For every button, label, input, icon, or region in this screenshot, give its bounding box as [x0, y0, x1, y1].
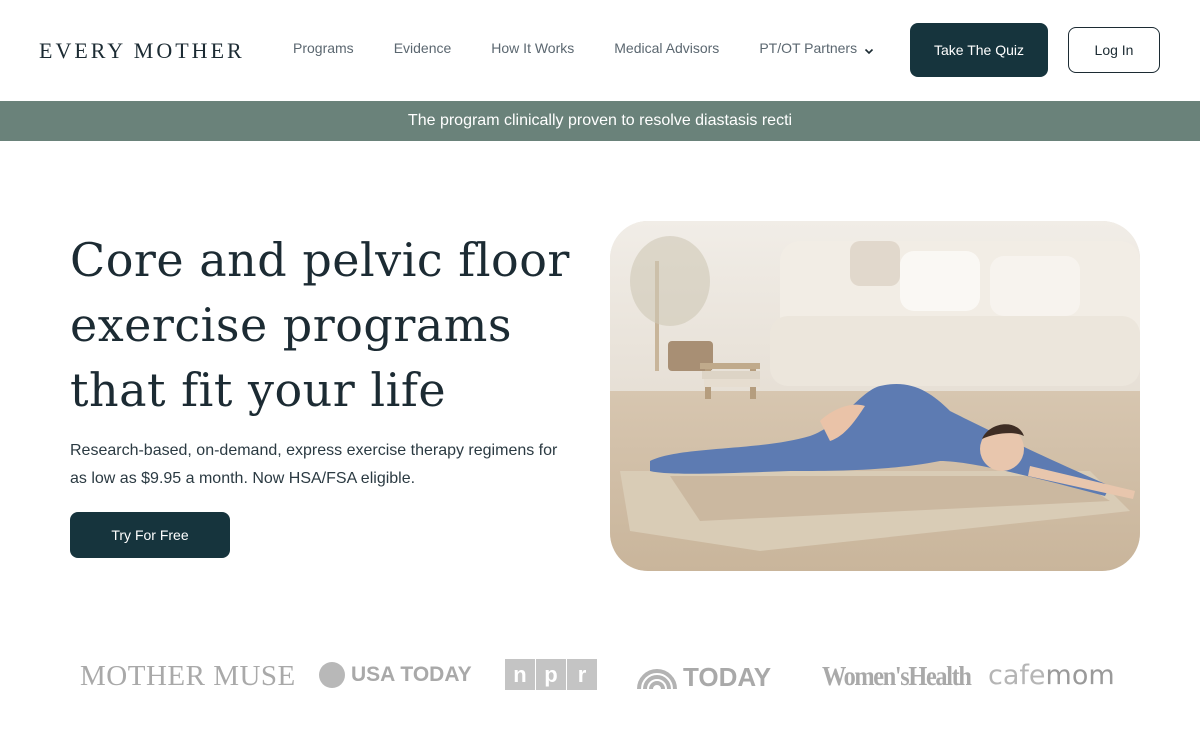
- login-button[interactable]: Log In: [1068, 27, 1160, 73]
- npr-letter: p: [536, 659, 566, 690]
- usa-today-dot-icon: [319, 662, 345, 688]
- mother-muse-logo: MOTHER MUSE: [80, 660, 296, 692]
- nav-how-it-works[interactable]: How It Works: [491, 40, 574, 56]
- cafemom-wordmark-b: mom: [1045, 660, 1115, 691]
- nav-programs[interactable]: Programs: [293, 40, 354, 56]
- nav-programs-label: Programs: [293, 40, 354, 56]
- nav-medical-advisors-label: Medical Advisors: [614, 40, 720, 56]
- hero-subtitle-line: Research-based, on-demand, express exerc…: [70, 442, 558, 459]
- nav-how-it-works-label: How It Works: [491, 40, 575, 56]
- take-quiz-button[interactable]: Take The Quiz: [910, 23, 1048, 77]
- nav-pt-ot-partners[interactable]: PT/OT Partners: [759, 40, 874, 56]
- hero-title: Core and pelvic floor exercise programs …: [70, 228, 590, 423]
- logo[interactable]: EVERY MOTHER: [39, 38, 245, 64]
- nav-evidence-label: Evidence: [393, 40, 452, 56]
- usa-today-logo: USA TODAY: [319, 662, 472, 688]
- today-logo: TODAY: [637, 662, 771, 693]
- announcement-banner: The program clinically proven to resolve…: [0, 101, 1200, 141]
- today-rainbow-icon: [637, 668, 677, 689]
- banner-text: The program clinically proven to resolve…: [407, 112, 793, 129]
- press-logos: MOTHER MUSE USA TODAY n p r TODAY Women'…: [0, 650, 1200, 710]
- npr-logo: n p r: [505, 659, 598, 690]
- site-header: EVERY MOTHER Programs Evidence How It Wo…: [0, 0, 1200, 101]
- hero-subtitle-line: as low as $9.95 a month. Now HSA/FSA eli…: [70, 470, 416, 487]
- hero-image: [610, 221, 1140, 571]
- npr-letter: r: [567, 659, 597, 690]
- hero-title-line: exercise programs: [70, 298, 513, 352]
- chevron-down-icon: [864, 43, 874, 55]
- today-wordmark: TODAY: [683, 662, 772, 692]
- nav-evidence[interactable]: Evidence: [394, 40, 452, 56]
- hero-title-line: that fit your life: [70, 363, 447, 417]
- main-nav: Programs Evidence How It Works Medical A…: [293, 40, 914, 56]
- womens-health-logo: Women'sHealth: [822, 661, 972, 691]
- cafemom-wordmark-a: cafe: [988, 660, 1046, 691]
- nav-pt-ot-partners-label: PT/OT Partners: [759, 40, 858, 56]
- try-for-free-button[interactable]: Try For Free: [70, 512, 230, 558]
- nav-medical-advisors[interactable]: Medical Advisors: [614, 40, 719, 56]
- npr-letter: n: [505, 659, 535, 690]
- hero-title-line: Core and pelvic floor: [70, 233, 570, 287]
- hero-subtitle: Research-based, on-demand, express exerc…: [70, 437, 570, 493]
- usa-today-wordmark: USA TODAY: [351, 663, 472, 686]
- cafemom-logo: cafemom: [988, 660, 1115, 691]
